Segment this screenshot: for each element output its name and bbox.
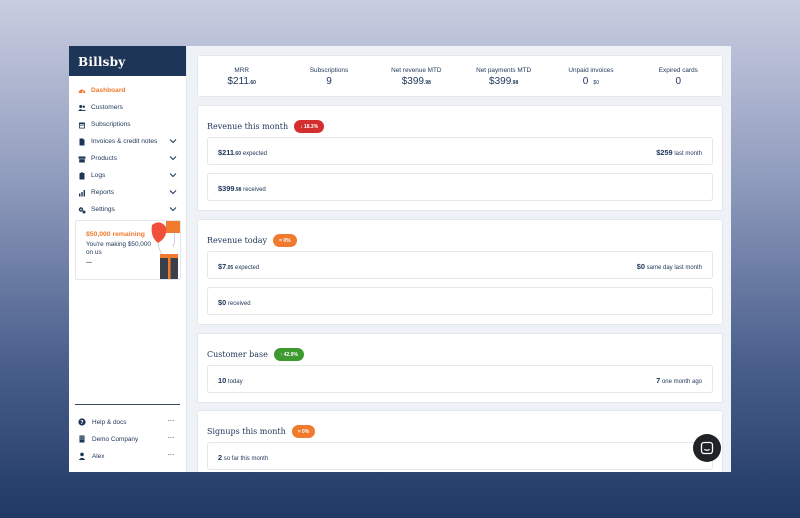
clipboard-icon (78, 171, 86, 180)
stat-value: 0 $0 (582, 76, 600, 87)
sidebar-item-settings[interactable]: Settings (69, 201, 186, 218)
sidebar-item-label: Reports (91, 189, 115, 196)
building-icon (78, 435, 86, 443)
trend-badge: = 0% (273, 234, 297, 247)
card-title: Customer base ↑ 42.9% (207, 348, 304, 361)
sidebar-item-label: Alex (92, 452, 105, 460)
chat-icon (700, 441, 714, 455)
question-icon: ? (78, 418, 86, 426)
stat-value: 0 (675, 76, 682, 87)
sidebar-item-label: Demo Company (92, 435, 139, 443)
card-title: Revenue today = 0% (207, 234, 297, 247)
sidebar-item-label: Help & docs (92, 418, 127, 426)
expected-row: $211.60 expected $259 last month (207, 137, 713, 165)
sidebar-item-label: Products (91, 155, 118, 162)
sidebar-nav: Dashboard Customers Subscriptions Invoic… (69, 76, 186, 218)
sidebar-item-logs[interactable]: Logs (69, 167, 186, 184)
sidebar-item-company[interactable]: Demo Company ··· (78, 433, 178, 445)
more-icon[interactable]: ··· (168, 433, 175, 443)
revenue-today-card: Revenue today = 0% $7.05 expected $0 sam… (197, 219, 723, 325)
expected-row: $7.05 expected $0 same day last month (207, 251, 713, 279)
stat-label: Expired cards (658, 67, 698, 74)
sidebar-item-invoices[interactable]: Invoices & credit notes (69, 133, 186, 150)
sidebar-item-dashboard[interactable]: Dashboard (69, 82, 186, 99)
revenue-month-card: Revenue this month ↓ 18.3% $211.60 expec… (197, 105, 723, 211)
sidebar-item-label: Settings (91, 206, 115, 213)
stat-value: $399.98 (489, 76, 519, 87)
chevron-down-icon[interactable] (169, 205, 177, 213)
signups-card: Signups this month = 0% 2 so far this mo… (197, 410, 723, 472)
dashboard-main: MRR $211.60 Subscriptions 9 Net revenue … (197, 46, 723, 472)
file-icon (78, 138, 86, 146)
sidebar: Billsby Dashboard Customers Subscription… (69, 46, 187, 472)
chevron-down-icon[interactable] (169, 137, 177, 145)
stat-net-payments[interactable]: Net payments MTD $399.98 (460, 56, 547, 96)
stat-value: $399.98 (401, 76, 431, 87)
balloon-gift-illustration (151, 221, 180, 279)
sidebar-item-customers[interactable]: Customers (69, 99, 186, 116)
sidebar-item-label: Subscriptions (91, 121, 131, 128)
box-icon (78, 155, 86, 163)
stat-mrr[interactable]: MRR $211.60 (198, 56, 285, 96)
sidebar-item-reports[interactable]: Reports (69, 184, 186, 201)
sidebar-divider (75, 404, 180, 405)
sidebar-item-subscriptions[interactable]: Subscriptions (69, 116, 186, 133)
trend-badge: = 0% (291, 425, 316, 438)
stat-label: Unpaid invoices (568, 67, 614, 74)
chevron-down-icon[interactable] (169, 188, 177, 196)
sidebar-item-help[interactable]: ? Help & docs ··· (78, 416, 178, 428)
customer-row: 10 today 7 one month ago (207, 365, 713, 393)
card-title: Signups this month = 0% (207, 425, 316, 438)
stats-bar: MRR $211.60 Subscriptions 9 Net revenue … (197, 55, 723, 97)
sidebar-item-label: Invoices & credit notes (91, 138, 158, 145)
stat-label: Net payments MTD (476, 67, 532, 74)
customer-base-card: Customer base ↑ 42.9% 10 today 7 one mon… (197, 333, 723, 403)
stat-subscriptions[interactable]: Subscriptions 9 (285, 56, 372, 96)
trend-badge: ↑ 42.9% (273, 348, 304, 361)
gears-icon (78, 206, 86, 214)
sidebar-item-label: Customers (91, 104, 123, 111)
signups-row: 2 so far this month (207, 442, 713, 470)
chevron-down-icon[interactable] (169, 171, 177, 179)
stat-unpaid-invoices[interactable]: Unpaid invoices 0 $0 (547, 56, 634, 96)
chevron-down-icon[interactable] (169, 154, 177, 162)
svg-text:?: ? (80, 420, 83, 426)
sidebar-item-label: Logs (91, 172, 106, 179)
stat-expired-cards[interactable]: Expired cards 0 (635, 56, 722, 96)
brand-logo[interactable]: Billsby (69, 46, 186, 76)
calendar-icon (78, 121, 86, 129)
more-icon[interactable]: ··· (168, 450, 175, 460)
trend-badge: ↓ 18.3% (294, 120, 325, 133)
stat-net-revenue[interactable]: Net revenue MTD $399.98 (373, 56, 460, 96)
chart-icon (78, 189, 86, 197)
user-icon (78, 452, 86, 460)
received-row: $0 received (207, 287, 713, 315)
received-row: $399.98 received (207, 173, 713, 201)
promo-card[interactable]: $50,000 remaining You're making $50,000 … (75, 220, 181, 280)
chat-launcher-button[interactable] (693, 434, 721, 462)
gauge-icon (78, 87, 86, 95)
stat-value: 9 (326, 76, 332, 87)
card-title: Revenue this month ↓ 18.3% (207, 120, 325, 133)
stat-label: Subscriptions (309, 67, 349, 74)
sidebar-item-products[interactable]: Products (69, 150, 186, 167)
more-icon[interactable]: ··· (168, 416, 175, 426)
stat-value: $211.60 (227, 76, 256, 87)
app-window: Billsby Dashboard Customers Subscription… (69, 46, 731, 472)
sidebar-item-user[interactable]: Alex ··· (78, 450, 178, 462)
stat-label: MRR (234, 67, 249, 74)
sidebar-item-label: Dashboard (91, 87, 126, 94)
users-icon (78, 104, 86, 112)
stat-label: Net revenue MTD (391, 67, 442, 74)
